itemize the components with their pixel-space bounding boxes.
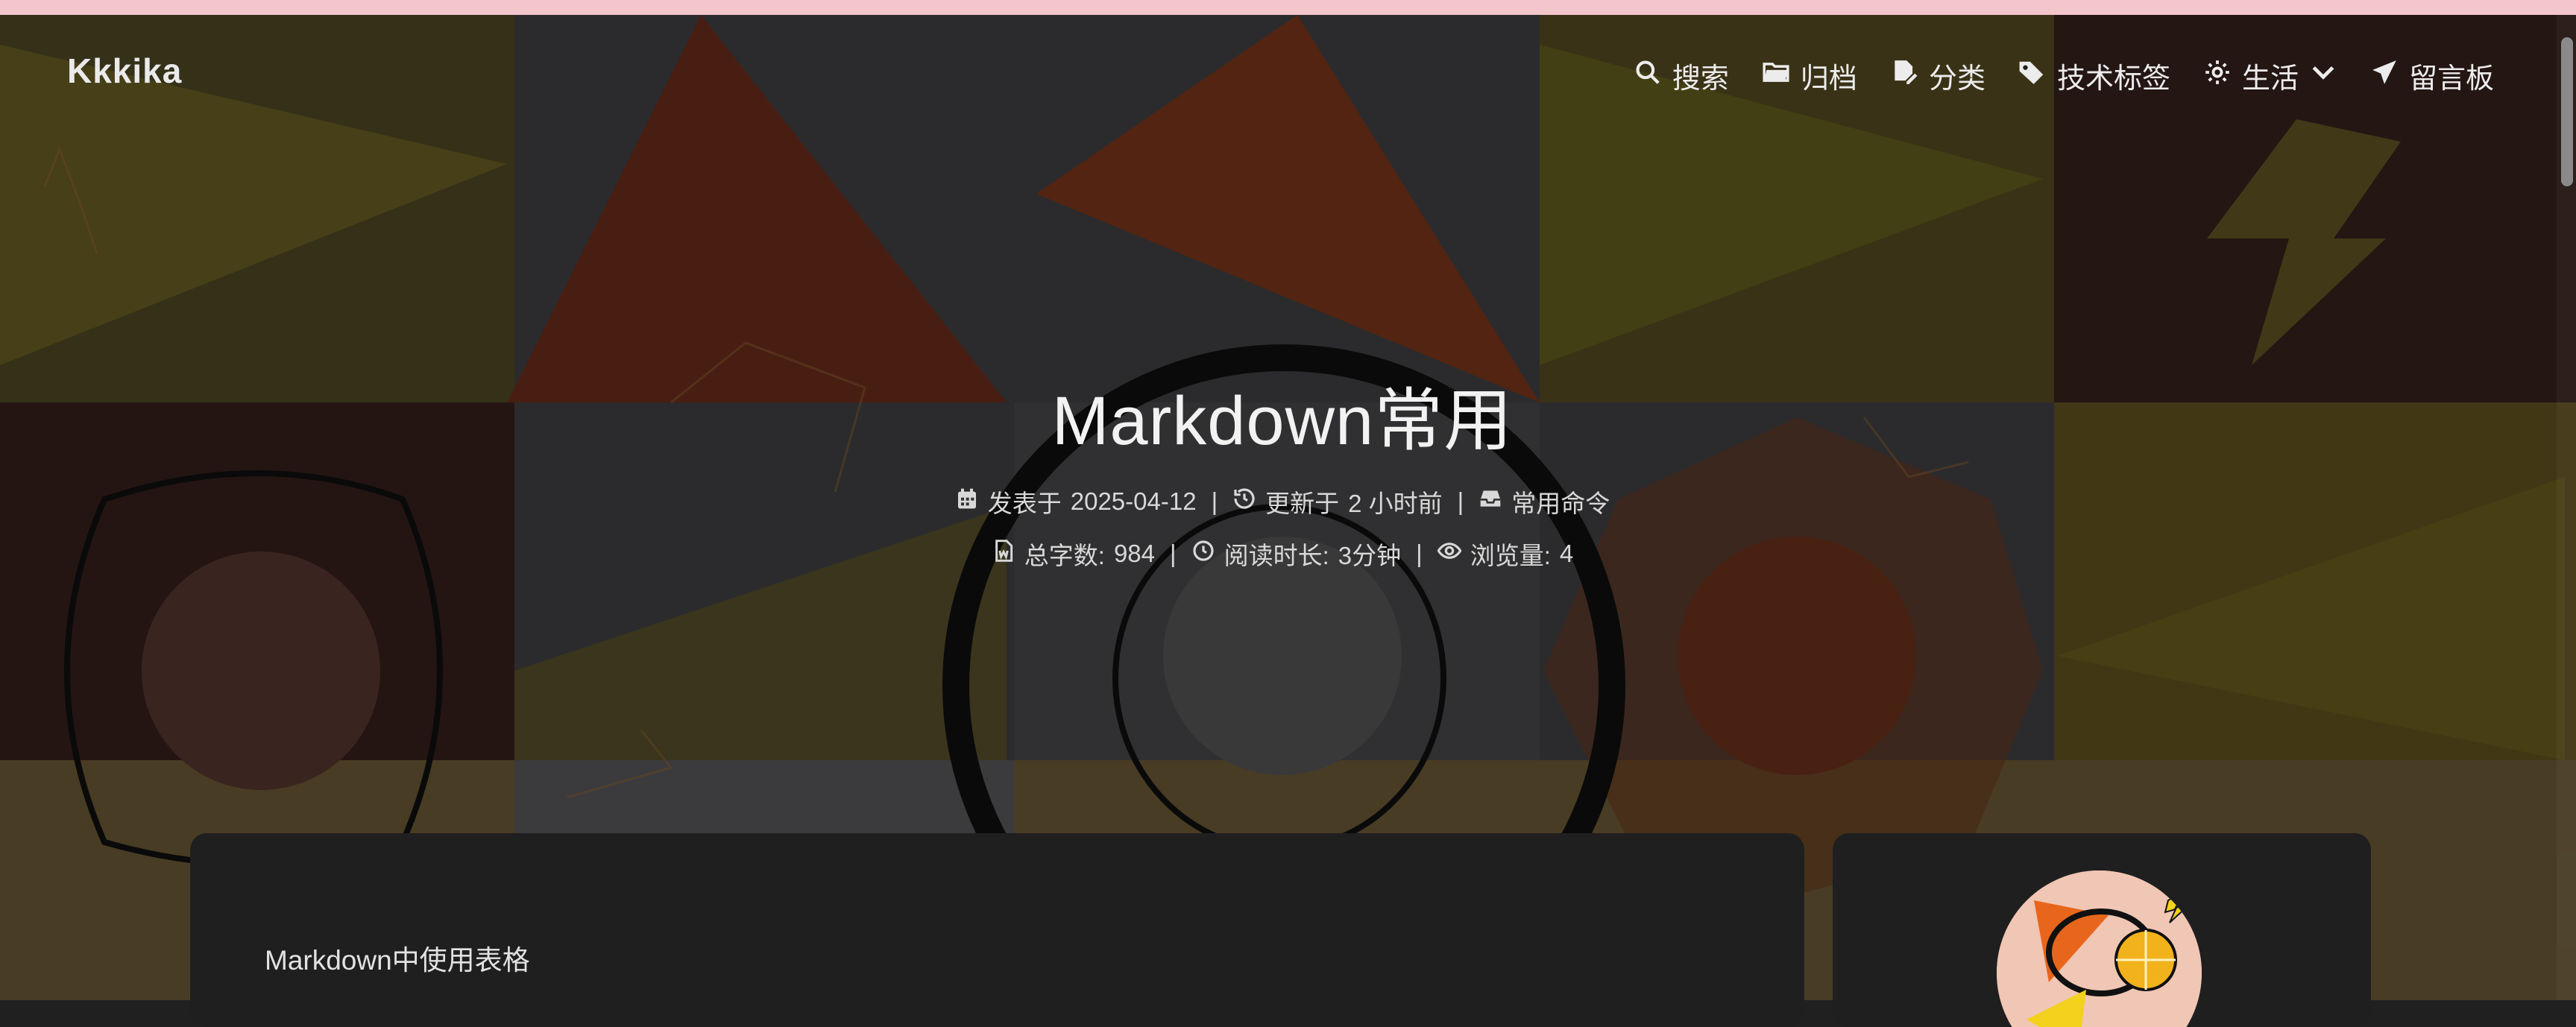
calendar-icon <box>955 487 979 516</box>
post-content-card: Markdown中使用表格 <box>190 833 1804 1027</box>
meta-separator: | <box>1170 540 1177 567</box>
views-value: 4 <box>1559 540 1574 567</box>
meta-separator: | <box>1211 487 1218 515</box>
wordcount-label: 总字数: <box>1024 542 1105 569</box>
search-icon <box>1634 58 1662 94</box>
updated-label: 更新于 <box>1265 490 1340 517</box>
site-brand[interactable]: Kkkika <box>67 51 182 91</box>
meta-separator: | <box>1416 540 1423 567</box>
folder-icon <box>1762 58 1790 94</box>
file-edit-icon <box>1890 58 1918 94</box>
published-label: 发表于 <box>987 490 1062 517</box>
post-header: Markdown常用 发表于 2025-04-12 | 更新于 2 小时前 | … <box>0 365 2565 572</box>
views-label: 浏览量: <box>1470 542 1551 569</box>
published-date: 2025-04-12 <box>1070 487 1197 515</box>
readtime-label: 阅读时长: <box>1224 542 1329 569</box>
updated-value: 2 小时前 <box>1348 490 1443 517</box>
chevron-down-icon <box>2309 58 2337 94</box>
readtime-value: 3分钟 <box>1338 542 1402 569</box>
post-meta-row-2: 总字数: 984 | 阅读时长: 3分钟 | 浏览量: 4 <box>0 536 2565 572</box>
nav-label-life: 生活 <box>2241 63 2299 95</box>
nav-label-categories: 分类 <box>1928 63 1985 95</box>
author-info-card <box>1833 833 2371 1027</box>
tags-icon <box>2018 58 2047 94</box>
post-meta-row-1: 发表于 2025-04-12 | 更新于 2 小时前 | 常用命令 <box>0 484 2565 519</box>
avatar-illustration <box>1997 870 2202 1027</box>
navbar: Kkkika 搜索 归档 分类 技术标签 生活 留言板 <box>0 15 2576 134</box>
nav-menu: 搜索 归档 分类 技术标签 生活 留言板 <box>1634 55 2494 96</box>
nav-label-tags: 技术标签 <box>2056 63 2170 95</box>
post-title: Markdown常用 <box>1051 383 1514 459</box>
nav-item-categories[interactable]: 分类 <box>1890 55 1985 96</box>
nav-label-archive: 归档 <box>1800 63 1857 95</box>
avatar[interactable] <box>1997 870 2202 1027</box>
nav-item-tags[interactable]: 技术标签 <box>2018 55 2170 96</box>
file-word-icon <box>992 539 1015 569</box>
nav-item-search[interactable]: 搜索 <box>1634 55 1729 96</box>
meta-separator: | <box>1457 487 1464 515</box>
content-heading-link[interactable]: Markdown中使用表格 <box>265 938 530 978</box>
wordcount-value: 984 <box>1113 540 1155 567</box>
nav-item-life[interactable]: 生活 <box>2203 55 2337 96</box>
paper-plane-icon <box>2370 58 2399 94</box>
post-category-link[interactable]: 常用命令 <box>1511 484 1610 519</box>
history-icon <box>1232 487 1256 516</box>
nav-label-guestbook: 留言板 <box>2408 63 2494 95</box>
inbox-icon <box>1478 487 1502 516</box>
clock-icon <box>1191 539 1215 569</box>
nav-item-guestbook[interactable]: 留言板 <box>2370 55 2494 96</box>
nav-item-archive[interactable]: 归档 <box>1762 55 1857 96</box>
eye-icon <box>1437 539 1462 569</box>
nav-label-search: 搜索 <box>1672 63 1729 95</box>
gear-icon <box>2203 58 2232 94</box>
top-accent-strip <box>0 0 2576 15</box>
